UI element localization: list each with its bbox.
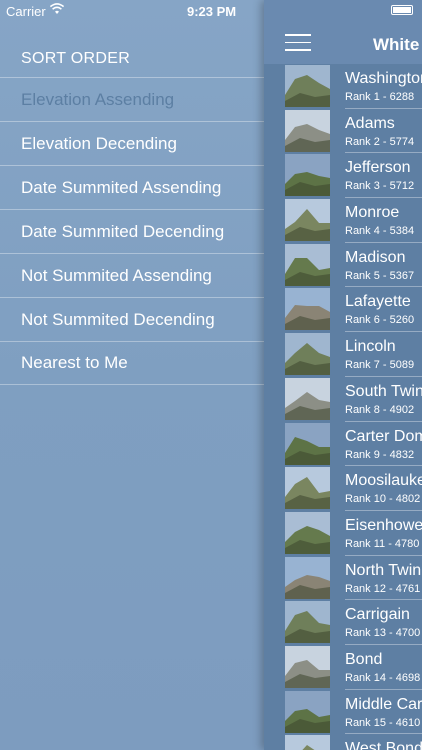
peak-name: Lafayette xyxy=(345,293,411,311)
peak-thumbnail xyxy=(285,109,330,152)
sort-order-title: SORT ORDER xyxy=(21,50,131,67)
peak-thumbnail xyxy=(285,601,330,644)
peak-thumbnail xyxy=(285,154,330,197)
peak-rank: Rank 11 - 4780 xyxy=(345,537,420,550)
peak-row[interactable]: Lincoln Rank 7 - 5089 xyxy=(264,332,422,377)
peak-row[interactable]: West Bond xyxy=(264,734,422,750)
peak-name: Adams xyxy=(345,114,395,132)
peak-thumbnail xyxy=(285,333,330,376)
peak-thumbnail xyxy=(285,467,330,510)
sort-option-nearest[interactable]: Nearest to Me xyxy=(0,341,264,385)
status-bar: Carrier 9:23 PM xyxy=(0,0,422,22)
peak-thumbnail xyxy=(285,422,330,465)
peak-thumbnail xyxy=(285,377,330,420)
peak-name: Eisenhower xyxy=(345,516,422,534)
peak-rank: Rank 5 - 5367 xyxy=(345,269,415,282)
sort-option-not-summited-ascending[interactable]: Not Summited Assending xyxy=(0,253,264,297)
peak-rank: Rank 12 - 4761 xyxy=(345,582,421,595)
peak-row[interactable]: Carter Dome Rank 9 - 4832 xyxy=(264,422,422,467)
peak-list-panel: White Washington Rank 1 - 6288 Adams Rank 2… xyxy=(264,0,422,750)
peak-name: Lincoln xyxy=(345,338,396,356)
peak-row[interactable]: Lafayette Rank 6 - 5260 xyxy=(264,287,422,333)
carrier-label: Carrier xyxy=(6,4,46,19)
peak-row[interactable]: Moosilauke Rank 10 - 4802 xyxy=(264,466,422,511)
wifi-icon xyxy=(50,3,64,14)
sort-option-not-summited-descending[interactable]: Not Summited Decending xyxy=(0,297,264,341)
peak-name: Moosilauke xyxy=(345,472,422,490)
peak-row[interactable]: Bond Rank 14 - 4698 xyxy=(264,645,422,690)
sort-option-elevation-ascending[interactable]: Elevation Assending xyxy=(0,77,264,121)
peak-name: West Bond xyxy=(345,740,422,750)
peak-rank: Rank 4 - 5384 xyxy=(345,225,415,238)
peak-rank: Rank 1 - 6288 xyxy=(345,91,415,103)
sort-option-elevation-descending[interactable]: Elevation Decending xyxy=(0,121,264,165)
battery-icon xyxy=(391,5,413,15)
peak-rank: Rank 3 - 5712 xyxy=(345,180,415,193)
peak-thumbnail xyxy=(285,243,330,286)
peak-list: Washington Rank 1 - 6288 Adams Rank 2 - 577… xyxy=(264,64,422,750)
peak-thumbnail xyxy=(285,645,330,688)
peak-row[interactable]: South Twin Rank 8 - 4902 xyxy=(264,377,422,422)
peak-rank: Rank 6 - 5260 xyxy=(345,314,415,327)
peak-rank: Rank 14 - 4698 xyxy=(345,671,421,684)
peak-rank: Rank 2 - 5774 xyxy=(345,135,415,148)
peak-row[interactable]: Madison Rank 5 - 5367 xyxy=(264,243,422,288)
menu-icon[interactable] xyxy=(285,34,311,51)
peak-name: Washington xyxy=(345,70,422,87)
nav-title: White xyxy=(373,35,420,54)
sort-order-menu: SORT ORDER Elevation Assending Elevation… xyxy=(0,0,264,750)
peak-rank: Rank 13 - 4700 xyxy=(345,627,421,640)
peak-name: Carter Dome xyxy=(345,427,422,445)
peak-thumbnail xyxy=(285,65,330,107)
peak-name: Jefferson xyxy=(345,159,411,177)
peak-rank: Rank 15 - 4610 xyxy=(345,716,421,729)
peak-rank: Rank 10 - 4802 xyxy=(345,493,421,506)
sort-option-date-ascending[interactable]: Date Summited Assending xyxy=(0,165,264,209)
peak-row[interactable]: Adams Rank 2 - 5774 xyxy=(264,109,422,154)
peak-name: North Twin xyxy=(345,561,422,579)
peak-rank: Rank 9 - 4832 xyxy=(345,448,415,461)
peak-name: Madison xyxy=(345,248,406,266)
peak-thumbnail xyxy=(285,288,330,331)
peak-name: Middle Carter xyxy=(345,695,422,713)
peak-name: Carrigain xyxy=(345,606,410,624)
peak-row[interactable]: North Twin Rank 12 - 4761 xyxy=(264,556,422,601)
peak-row[interactable]: Monroe Rank 4 - 5384 xyxy=(264,198,422,243)
peak-thumbnail xyxy=(285,199,330,242)
peak-row[interactable]: Eisenhower Rank 11 - 4780 xyxy=(264,511,422,556)
sort-options-list: Elevation Assending Elevation Decending … xyxy=(0,77,264,385)
peak-thumbnail xyxy=(285,735,330,750)
peak-name: Monroe xyxy=(345,204,400,222)
peak-rank: Rank 7 - 5089 xyxy=(345,359,415,372)
sort-option-date-descending[interactable]: Date Summited Decending xyxy=(0,209,264,253)
clock: 9:23 PM xyxy=(187,4,237,19)
peak-row[interactable]: Jefferson Rank 3 - 5712 xyxy=(264,153,422,199)
peak-name: Bond xyxy=(345,650,383,668)
peak-rank: Rank 8 - 4902 xyxy=(345,403,415,416)
peak-thumbnail xyxy=(285,690,330,733)
peak-row[interactable]: Middle Carter Rank 15 - 4610 xyxy=(264,690,422,735)
peak-thumbnail xyxy=(285,556,330,599)
peak-row[interactable]: Washington Rank 1 - 6288 xyxy=(264,64,422,109)
peak-thumbnail xyxy=(285,511,330,554)
peak-name: South Twin xyxy=(345,382,422,400)
peak-row[interactable]: Carrigain Rank 13 - 4700 xyxy=(264,600,422,645)
